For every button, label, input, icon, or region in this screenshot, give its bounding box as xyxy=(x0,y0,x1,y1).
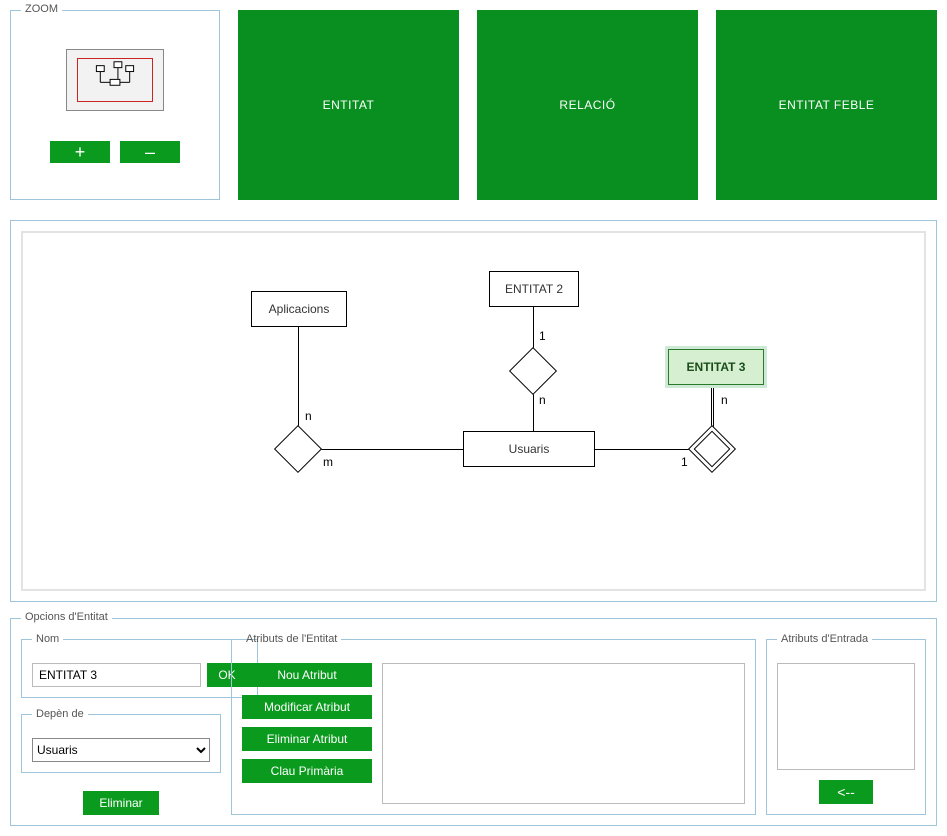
zoom-panel: ZOOM xyxy=(10,10,220,200)
depends-legend: Depèn de xyxy=(32,708,88,720)
incoming-legend: Atributs d'Entrada xyxy=(777,633,872,645)
cardinality-label: 1 xyxy=(681,455,688,469)
zoom-out-button[interactable]: – xyxy=(120,141,180,163)
er-edge xyxy=(595,449,695,450)
zoom-thumbnail-wrap xyxy=(21,49,209,111)
name-fieldset: Nom OK xyxy=(21,633,258,698)
palette-relation-label: RELACIÓ xyxy=(559,98,615,112)
palette-entity-label: ENTITAT xyxy=(323,98,375,112)
er-edge xyxy=(298,325,299,433)
palette-relation[interactable]: RELACIÓ xyxy=(477,10,698,200)
relation-diamond[interactable] xyxy=(274,425,322,473)
top-toolbar: ZOOM xyxy=(10,10,937,200)
attribute-list[interactable] xyxy=(382,663,745,804)
attribute-buttons: Nou Atribut Modificar Atribut Eliminar A… xyxy=(242,663,372,804)
delete-entity-button[interactable]: Eliminar xyxy=(83,791,158,815)
depends-select[interactable]: UsuarisAplicacionsENTITAT 2 xyxy=(32,738,210,762)
incoming-attribute-list[interactable] xyxy=(777,663,915,770)
cardinality-label: 1 xyxy=(539,329,546,343)
name-legend: Nom xyxy=(32,633,63,645)
zoom-legend: ZOOM xyxy=(21,3,62,15)
cardinality-label: n xyxy=(539,393,546,407)
entity-usuaris[interactable]: Usuaris xyxy=(463,431,595,467)
entity-aplicacions[interactable]: Aplicacions xyxy=(251,291,347,327)
entity-entitat2[interactable]: ENTITAT 2 xyxy=(489,271,579,307)
relation-diamond[interactable] xyxy=(509,347,557,395)
entity-name-input[interactable] xyxy=(32,663,201,687)
options-legend: Opcions d'Entitat xyxy=(21,611,112,623)
palette-weak-entity[interactable]: ENTITAT FEBLE xyxy=(716,10,937,200)
zoom-in-button[interactable]: + xyxy=(50,141,110,163)
entity-label: Aplicacions xyxy=(269,302,330,316)
attributes-fieldset: Atributs de l'Entitat Nou Atribut Modifi… xyxy=(231,633,756,815)
entity-entitat3[interactable]: ENTITAT 3 xyxy=(668,349,764,385)
move-attribute-left-button[interactable]: <-- xyxy=(819,780,873,804)
palette-entity[interactable]: ENTITAT xyxy=(238,10,459,200)
canvas-panel: Aplicacions ENTITAT 2 Usuaris ENTITAT 3 … xyxy=(10,220,937,602)
primary-key-button[interactable]: Clau Primària xyxy=(242,759,372,783)
delete-wrap: Eliminar xyxy=(21,791,221,815)
incoming-attributes-fieldset: Atributs d'Entrada <-- xyxy=(766,633,926,815)
modify-attribute-button[interactable]: Modificar Atribut xyxy=(242,695,372,719)
new-attribute-button[interactable]: Nou Atribut xyxy=(242,663,372,687)
entity-label: Usuaris xyxy=(509,442,550,456)
relation-diamond-weak[interactable] xyxy=(688,425,736,473)
er-edge xyxy=(315,449,463,450)
delete-attribute-button[interactable]: Eliminar Atribut xyxy=(242,727,372,751)
cardinality-label: n xyxy=(305,409,312,423)
entity-label: ENTITAT 3 xyxy=(687,360,746,374)
zoom-mini-diagram-icon xyxy=(67,50,163,111)
palette-weak-entity-label: ENTITAT FEBLE xyxy=(779,98,875,112)
cardinality-label: m xyxy=(323,455,333,469)
cardinality-label: n xyxy=(721,393,728,407)
options-left-column: Nom OK Depèn de UsuarisAplicacionsENTITA… xyxy=(21,633,221,815)
er-canvas[interactable]: Aplicacions ENTITAT 2 Usuaris ENTITAT 3 … xyxy=(21,231,926,591)
depends-fieldset: Depèn de UsuarisAplicacionsENTITAT 2 xyxy=(21,708,221,773)
entity-options-panel: Opcions d'Entitat Nom OK Depèn de Usuari… xyxy=(10,618,937,826)
zoom-thumbnail[interactable] xyxy=(66,49,164,111)
entity-label: ENTITAT 2 xyxy=(505,282,563,296)
attributes-legend: Atributs de l'Entitat xyxy=(242,633,341,645)
zoom-buttons: + – xyxy=(21,141,209,163)
